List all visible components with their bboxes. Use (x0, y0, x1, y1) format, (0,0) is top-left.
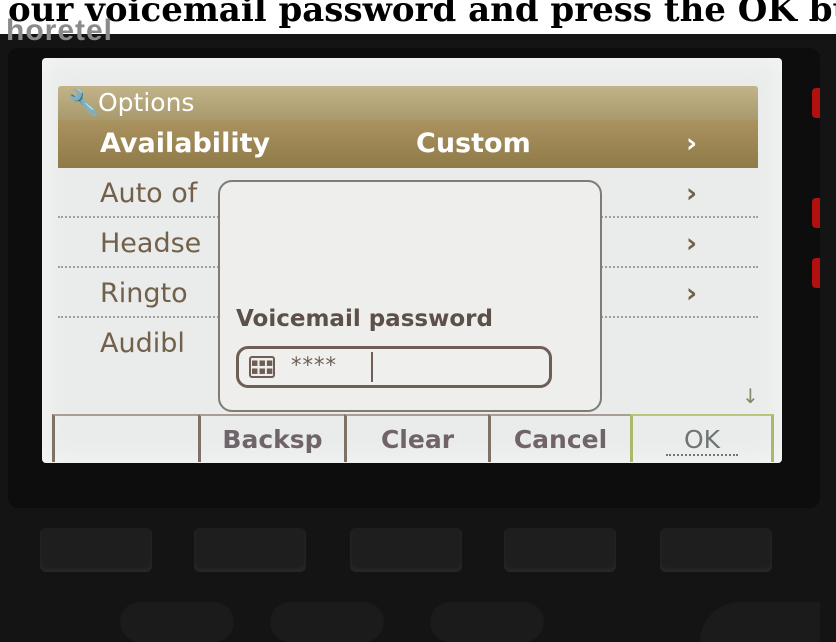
menu-item-label: Headse (100, 228, 202, 259)
softkey-bar: Backsp Clear Cancel OK (52, 414, 774, 463)
password-input[interactable]: ▪▪▪ ▪▪▪ **** (236, 346, 552, 388)
phone-display: 🔧Options Availability Custom › Auto of ›… (42, 58, 782, 463)
red-indicator-light (812, 198, 820, 228)
chevron-right-icon: › (686, 178, 698, 209)
voicemail-password-dialog: Voicemail password ▪▪▪ ▪▪▪ **** (218, 180, 602, 412)
chevron-right-icon: › (686, 278, 698, 309)
chevron-right-icon: › (686, 128, 698, 159)
hardware-softkey-1[interactable] (40, 528, 152, 572)
hardware-softkey-2[interactable] (194, 528, 306, 572)
softkey-clear[interactable]: Clear (344, 414, 488, 462)
scroll-down-arrow-icon: ↓ (742, 384, 759, 408)
chevron-right-icon: › (686, 228, 698, 259)
menu-item-label: Availability (100, 128, 271, 159)
instruction-caption: our voicemail password and press the OK … (0, 0, 836, 34)
menu-item-value: Custom (416, 128, 531, 159)
menu-item-label: Ringto (100, 278, 188, 309)
hardware-key[interactable] (430, 602, 544, 642)
hardware-key[interactable] (700, 602, 820, 642)
dialog-prompt: Voicemail password (236, 306, 493, 332)
options-title-bar: 🔧Options (58, 86, 758, 120)
menu-item-availability[interactable]: Availability Custom › (58, 120, 758, 168)
softkey-blank[interactable] (52, 414, 198, 462)
menu-item-label: Auto of (100, 178, 198, 209)
ok-label: OK (665, 425, 739, 456)
red-indicator-light (812, 258, 820, 288)
hardware-softkey-5[interactable] (660, 528, 772, 572)
wrench-icon: 🔧 (68, 88, 100, 117)
hardware-softkey-3[interactable] (350, 528, 462, 572)
softkey-cancel[interactable]: Cancel (488, 414, 630, 462)
hardware-softkey-4[interactable] (504, 528, 616, 572)
keypad-icon: ▪▪▪ ▪▪▪ (249, 356, 275, 378)
menu-item-label: Audibl (100, 328, 185, 359)
red-indicator-light (812, 88, 820, 118)
brand-logo: horetel (6, 14, 114, 47)
softkey-ok[interactable]: OK (630, 414, 774, 462)
softkey-backspace[interactable]: Backsp (198, 414, 344, 462)
password-masked-value: **** (291, 353, 337, 377)
hardware-key[interactable] (270, 602, 384, 642)
page-title: Options (98, 88, 195, 117)
hardware-key[interactable] (120, 602, 234, 642)
text-cursor (371, 352, 373, 382)
